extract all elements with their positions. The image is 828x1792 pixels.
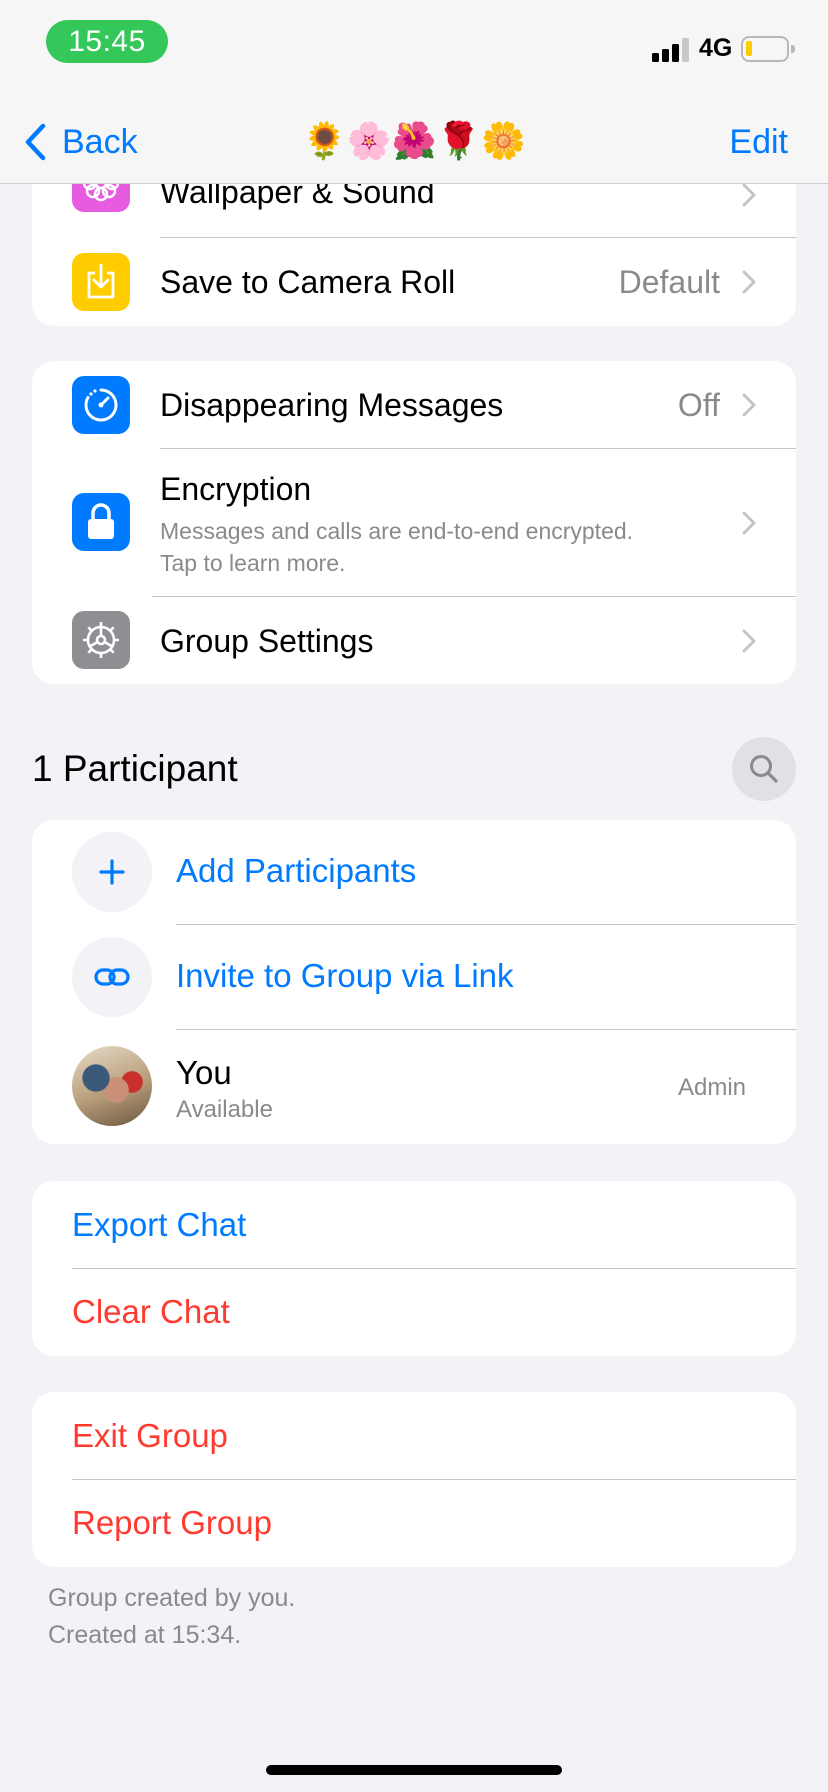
group-settings-row[interactable]: Group Settings (32, 597, 796, 684)
chevron-right-icon (742, 270, 756, 294)
disappearing-messages-label: Disappearing Messages (160, 387, 504, 423)
chevron-left-icon (25, 123, 46, 161)
encryption-row[interactable]: Encryption Messages and calls are end-to… (32, 449, 796, 596)
chevron-right-icon (742, 183, 756, 207)
admin-badge: Admin (677, 1074, 746, 1101)
disappearing-messages-row[interactable]: Disappearing Messages Off (32, 361, 796, 448)
report-group-row[interactable]: Report Group (32, 1480, 796, 1567)
group-created-by-text: Group created by you. (48, 1584, 296, 1612)
group-actions-card: Exit Group Report Group (32, 1392, 796, 1567)
gear-icon (72, 611, 130, 669)
chevron-right-icon (742, 511, 756, 535)
encryption-description-line1: Messages and calls are end-to-end encryp… (160, 518, 634, 544)
participants-card: Add Participants Invite to Group via Lin… (32, 820, 796, 1144)
link-icon (72, 937, 152, 1017)
save-camera-roll-label: Save to Camera Roll (160, 264, 456, 300)
participant-row[interactable]: You Available Admin (32, 1030, 796, 1144)
group-creation-note: Group created by you. Created at 15:34. (48, 1580, 295, 1654)
search-participants-button[interactable] (732, 737, 796, 801)
back-button-label: Back (62, 122, 138, 161)
clear-chat-row[interactable]: Clear Chat (32, 1269, 796, 1356)
add-participants-row[interactable]: Add Participants (32, 820, 796, 924)
group-settings-label: Group Settings (160, 623, 374, 659)
encryption-description-line2: Tap to learn more. (160, 550, 346, 576)
participant-status: Available (176, 1096, 273, 1123)
timer-icon (72, 376, 130, 434)
export-chat-label: Export Chat (72, 1206, 247, 1243)
search-icon (750, 755, 778, 783)
navigation-bar: Back 🌻🌸🌺🌹🌼 Edit (0, 100, 828, 184)
add-participants-label: Add Participants (176, 852, 417, 889)
report-group-label: Report Group (72, 1504, 272, 1541)
clear-chat-label: Clear Chat (72, 1293, 230, 1330)
participants-count-header: 1 Participant (32, 748, 238, 789)
lock-icon (72, 493, 130, 551)
exit-group-label: Exit Group (72, 1417, 228, 1454)
chevron-right-icon (742, 393, 756, 417)
save-camera-roll-value: Default (618, 264, 720, 300)
disappearing-messages-value: Off (677, 387, 720, 423)
chevron-right-icon (742, 629, 756, 653)
invite-link-row[interactable]: Invite to Group via Link (32, 925, 796, 1029)
group-info-content: Wallpaper & Sound Save to Camera Roll De… (0, 0, 828, 1792)
edit-button[interactable]: Edit (729, 119, 788, 165)
privacy-settings-card: Disappearing Messages Off Encryption Mes… (32, 361, 796, 684)
group-created-at-text: Created at 15:34. (48, 1621, 242, 1649)
export-chat-row[interactable]: Export Chat (32, 1181, 796, 1268)
encryption-label: Encryption (160, 471, 312, 507)
exit-group-row[interactable]: Exit Group (32, 1392, 796, 1479)
avatar (72, 1046, 152, 1126)
participant-name: You (176, 1054, 232, 1091)
save-camera-roll-row[interactable]: Save to Camera Roll Default (32, 238, 796, 326)
download-icon (72, 253, 130, 311)
invite-link-label: Invite to Group via Link (176, 957, 514, 994)
back-button[interactable]: Back (24, 120, 138, 164)
plus-icon (72, 832, 152, 912)
chat-actions-card: Export Chat Clear Chat (32, 1181, 796, 1356)
